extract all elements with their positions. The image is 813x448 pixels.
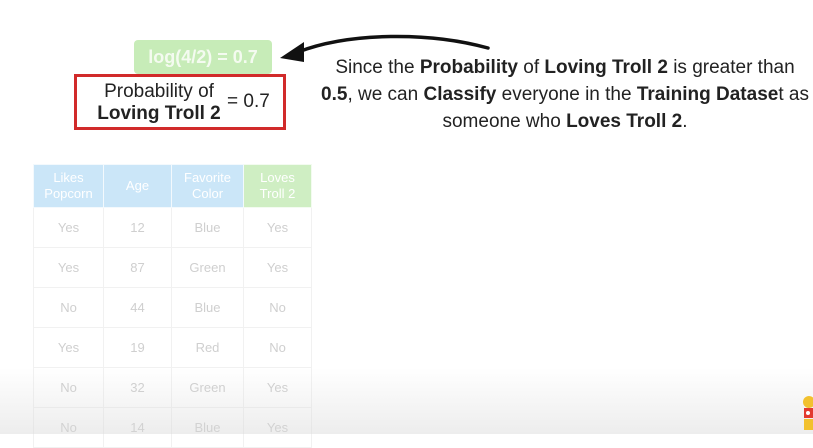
table-cell: Blue [171, 287, 244, 328]
table-cell: Yes [243, 367, 312, 408]
table-cell: No [33, 287, 104, 328]
explanation-part: of [518, 57, 545, 78]
table-row: No 14 Blue Yes [33, 407, 312, 448]
table-cell: Yes [243, 247, 312, 288]
training-data-table: Likes Popcorn Age Favorite Color Loves Trol… [33, 164, 312, 448]
table-cell: Yes [33, 327, 104, 368]
table-cell: Yes [33, 207, 104, 248]
probability-label-line1: Probability of [104, 81, 214, 102]
slide: log(4/2) = 0.7 Probability of Loving Tro… [0, 0, 813, 448]
table-cell: 32 [103, 367, 172, 408]
explanation-term-training-dataset: Training Datase [636, 84, 779, 105]
table-cell: No [243, 327, 312, 368]
table-cell: Yes [243, 207, 312, 248]
table-header-row: Likes Popcorn Age Favorite Color Loves Trol… [33, 164, 312, 208]
table-cell: No [33, 407, 104, 448]
header-age: Age [103, 164, 172, 208]
table-row: Yes 12 Blue Yes [33, 207, 312, 248]
table-cell: Blue [171, 407, 244, 448]
table-cell: Yes [243, 407, 312, 448]
table-cell: Green [171, 367, 244, 408]
probability-label-line2: Loving Troll 2 [97, 103, 221, 124]
explanation-text: Since the Probability of Loving Troll 2 … [318, 54, 812, 135]
table-cell: 14 [103, 407, 172, 448]
explanation-term-threshold: 0.5 [321, 84, 348, 105]
table-cell: 87 [103, 247, 172, 288]
table-cell: 12 [103, 207, 172, 248]
table-cell: Yes [33, 247, 104, 288]
probability-value: = 0.7 [227, 91, 270, 112]
table-cell: Red [171, 327, 244, 368]
table-row: Yes 19 Red No [33, 327, 312, 368]
table-row: Yes 87 Green Yes [33, 247, 312, 288]
table-row: No 44 Blue No [33, 287, 312, 328]
explanation-term-loves-troll2: Loves Troll 2 [566, 111, 683, 132]
header-likes-popcorn: Likes Popcorn [33, 164, 104, 208]
channel-logo-icon[interactable] [801, 392, 813, 432]
probability-box: Probability of Loving Troll 2 = 0.7 [74, 74, 286, 130]
explanation-part: is greater than [667, 57, 795, 78]
header-favorite-color: Favorite Color [171, 164, 244, 208]
table-cell: No [33, 367, 104, 408]
explanation-part: , we can [347, 84, 424, 105]
explanation-part: everyone in the [496, 84, 637, 105]
table-row: No 32 Green Yes [33, 367, 312, 408]
table-cell: 44 [103, 287, 172, 328]
log-odds-badge: log(4/2) = 0.7 [134, 40, 272, 74]
table-cell: 19 [103, 327, 172, 368]
table-cell: No [243, 287, 312, 328]
explanation-part: Since the [335, 57, 420, 78]
explanation-part: . [682, 111, 688, 132]
table-cell: Blue [171, 207, 244, 248]
explanation-term-loving-troll2: Loving Troll 2 [544, 57, 668, 78]
explanation-term-probability: Probability [419, 57, 518, 78]
probability-label: Probability of Loving Troll 2 [87, 81, 231, 125]
table-cell: Green [171, 247, 244, 288]
header-loves-troll2: Loves Troll 2 [243, 164, 312, 208]
explanation-term-classify: Classify [423, 84, 497, 105]
